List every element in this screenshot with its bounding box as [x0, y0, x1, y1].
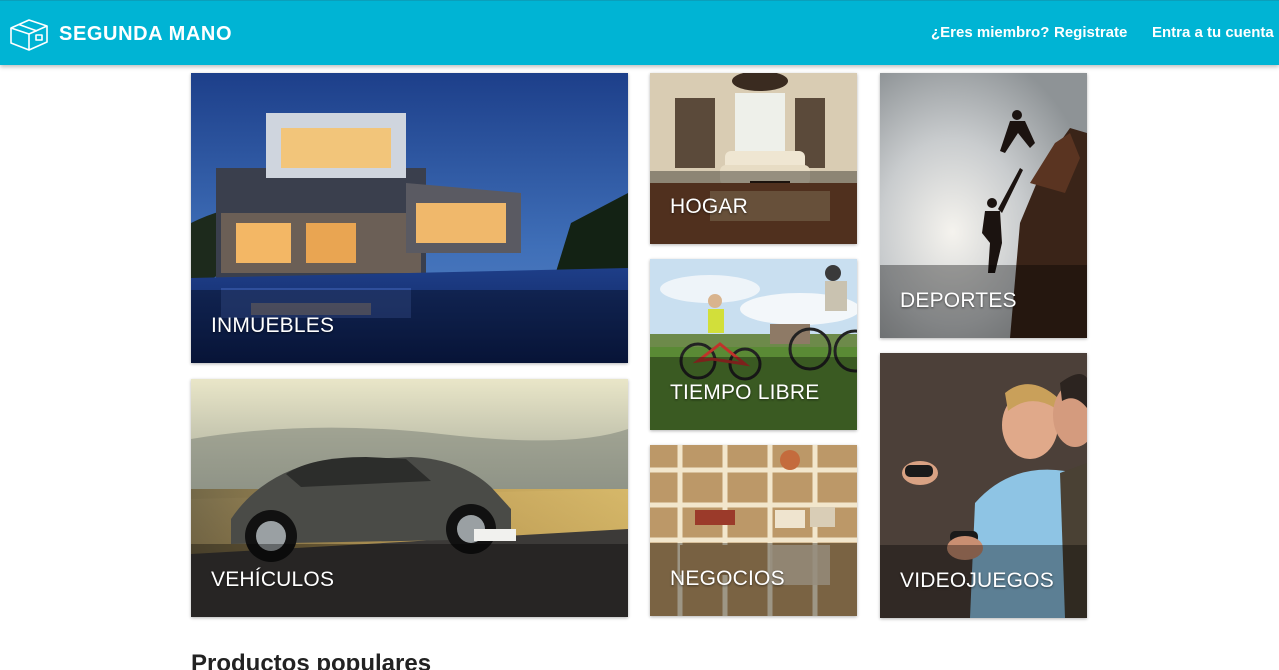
category-label: INMUEBLES [211, 314, 335, 337]
category-label: VEHÍCULOS [211, 568, 335, 591]
category-label: TIEMPO LIBRE [670, 381, 820, 404]
popular-products-heading: Productos populares [191, 650, 432, 670]
register-link[interactable]: Registrate [1054, 24, 1127, 41]
category-label: VIDEOJUEGOS [900, 569, 1054, 592]
category-tile-negocios[interactable]: NEGOCIOS [650, 445, 857, 616]
login-link[interactable]: Entra a tu cuenta [1152, 24, 1274, 41]
member-question: ¿Eres miembro? [931, 24, 1050, 41]
category-tile-inmuebles[interactable]: INMUEBLES [191, 73, 628, 363]
category-label: HOGAR [670, 195, 749, 218]
top-navbar: SEGUNDA MANO ¿Eres miembro? Registrate E… [0, 0, 1279, 65]
category-label: DEPORTES [900, 289, 1017, 312]
category-label: NEGOCIOS [670, 567, 785, 590]
category-tile-tiempo-libre[interactable]: TIEMPO LIBRE [650, 259, 857, 430]
category-tile-deportes[interactable]: DEPORTES [880, 73, 1087, 338]
category-tile-vehiculos[interactable]: VEHÍCULOS [191, 379, 628, 617]
category-tile-videojuegos[interactable]: VIDEOJUEGOS [880, 353, 1087, 618]
box-icon [10, 19, 48, 51]
category-tile-hogar[interactable]: HOGAR [650, 73, 857, 244]
brand-link[interactable]: SEGUNDA MANO [8, 16, 232, 52]
brand-name: SEGUNDA MANO [59, 22, 233, 45]
